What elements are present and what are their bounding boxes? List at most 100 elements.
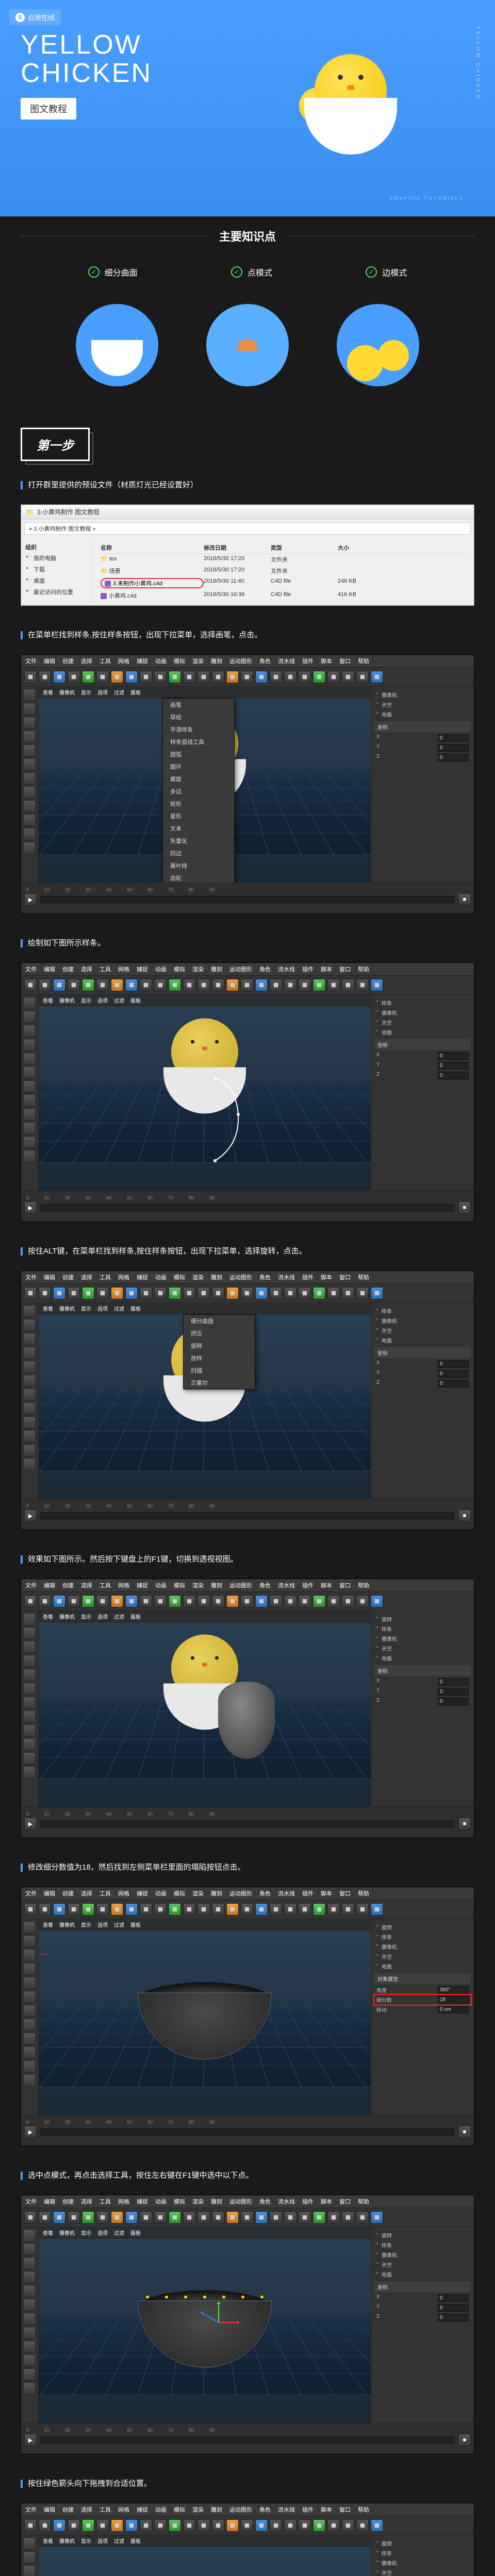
menu-item[interactable]: 帮助 <box>358 1889 369 1897</box>
object-tree-item[interactable]: 天空 <box>374 2568 471 2576</box>
viewport-menu-item[interactable]: 面板 <box>130 688 141 696</box>
menu-item[interactable]: 编辑 <box>44 2197 55 2206</box>
mode-button[interactable] <box>23 1949 36 1961</box>
angle-input[interactable] <box>438 1986 469 1994</box>
tool-button[interactable] <box>68 2519 80 2532</box>
menu-item[interactable]: 网格 <box>118 2197 129 2206</box>
tool-button[interactable] <box>371 1595 383 1607</box>
menu-item[interactable]: 选择 <box>81 1581 92 1589</box>
menu-item[interactable]: 窗口 <box>339 1581 351 1589</box>
tool-button[interactable] <box>299 671 311 683</box>
file-row-highlighted[interactable]: 3.来制作小黄鸡.c4d2018/5/30 11:40C4D file246 K… <box>97 577 470 590</box>
menu-item[interactable]: 流水线 <box>278 965 295 973</box>
menu-item[interactable]: 插件 <box>302 1273 314 1281</box>
tool-button[interactable] <box>169 1595 181 1607</box>
menu-item[interactable]: 脚本 <box>321 965 332 973</box>
mode-button[interactable] <box>23 800 36 812</box>
tool-button[interactable] <box>154 671 167 683</box>
mode-button[interactable] <box>23 1375 36 1387</box>
tool-button[interactable] <box>212 2211 224 2224</box>
tool-button[interactable] <box>270 2211 282 2224</box>
mode-button[interactable] <box>23 2565 36 2576</box>
tool-button[interactable] <box>342 2519 354 2532</box>
sidebar-item[interactable]: 桌面 <box>25 575 89 586</box>
mode-button[interactable] <box>23 2257 36 2269</box>
mode-button[interactable] <box>23 1136 36 1148</box>
tool-button[interactable] <box>140 2211 152 2224</box>
dropdown-item[interactable]: 草绘 <box>163 711 234 723</box>
viewport-menu-item[interactable]: 选项 <box>97 688 108 696</box>
tool-button[interactable] <box>313 671 325 683</box>
move-gizmo[interactable] <box>198 2301 239 2343</box>
tool-button[interactable] <box>342 1595 354 1607</box>
tool-button[interactable] <box>226 2211 239 2224</box>
tool-button[interactable] <box>255 1287 268 1299</box>
tool-button[interactable] <box>68 1595 80 1607</box>
tool-button[interactable] <box>154 2519 167 2532</box>
object-tree-item[interactable]: 样条 <box>374 2240 471 2250</box>
file-row[interactable]: 📁 场景2018/5/30 17:20文件夹 <box>97 565 470 577</box>
menu-item[interactable]: 选择 <box>81 657 92 665</box>
mode-button[interactable] <box>23 2046 36 2059</box>
mode-button[interactable] <box>23 2313 36 2325</box>
mode-button[interactable] <box>23 1025 36 1037</box>
mode-button[interactable] <box>23 772 36 785</box>
tool-button[interactable] <box>313 1903 325 1916</box>
file-row[interactable]: 小黄鸡.c4d2018/5/30 16:36C4D file416 KB <box>97 590 470 601</box>
menu-item[interactable]: 流水线 <box>278 1273 295 1281</box>
tool-button[interactable] <box>39 2211 51 2224</box>
viewport[interactable]: 查看摄像机显示选项过滤面板 <box>39 1611 371 1807</box>
menu-item[interactable]: 脚本 <box>321 2505 332 2514</box>
tool-button[interactable] <box>111 1903 123 1916</box>
play-button[interactable]: ▶ <box>24 1510 37 1522</box>
menu-item[interactable]: 渲染 <box>192 1889 204 1897</box>
stop-button[interactable]: ■ <box>458 893 471 906</box>
tool-button[interactable] <box>197 1903 210 1916</box>
mode-button[interactable] <box>23 1669 36 1681</box>
tool-button[interactable] <box>82 979 94 991</box>
menu-item[interactable]: 运动图形 <box>229 1889 252 1897</box>
menu-item[interactable]: 动画 <box>155 1273 167 1281</box>
viewport-menu-item[interactable]: 面板 <box>130 1304 141 1312</box>
object-tree-item[interactable]: 旋转 <box>374 1614 471 1624</box>
tool-button[interactable] <box>169 1287 181 1299</box>
mode-button[interactable] <box>23 1683 36 1695</box>
menu-item[interactable]: 雕刻 <box>211 1273 222 1281</box>
tool-button[interactable] <box>212 979 224 991</box>
menu-item[interactable]: 运动图形 <box>229 1273 252 1281</box>
tool-button[interactable] <box>96 1287 109 1299</box>
menu-item[interactable]: 雕刻 <box>211 657 222 665</box>
menu-item[interactable]: 网格 <box>118 965 129 973</box>
tool-button[interactable] <box>371 671 383 683</box>
segments-input[interactable] <box>438 1996 469 2004</box>
dropdown-item[interactable]: 矢量化 <box>163 835 234 847</box>
tool-button[interactable] <box>24 671 37 683</box>
object-tree-item[interactable]: 地面 <box>374 2269 471 2279</box>
dropdown-item[interactable]: 挤压 <box>184 1327 255 1340</box>
menu-item[interactable]: 帮助 <box>358 1273 369 1281</box>
mode-button[interactable] <box>23 1053 36 1065</box>
tool-button[interactable] <box>68 671 80 683</box>
tool-button[interactable] <box>241 2519 253 2532</box>
tool-button[interactable] <box>313 1287 325 1299</box>
tool-button[interactable] <box>68 1903 80 1916</box>
menu-item[interactable]: 帮助 <box>358 2505 369 2514</box>
menu-item[interactable]: 动画 <box>155 1889 167 1897</box>
tool-button[interactable] <box>299 1595 311 1607</box>
viewport-menu-item[interactable]: 摄像机 <box>59 996 75 1004</box>
tool-button[interactable] <box>255 2519 268 2532</box>
viewport-menu-item[interactable]: 选项 <box>97 1304 108 1312</box>
mode-button[interactable] <box>23 744 36 757</box>
dropdown-item[interactable]: 文本 <box>163 822 234 835</box>
menu-item[interactable]: 角色 <box>259 657 271 665</box>
menu-item[interactable]: 编辑 <box>44 1273 55 1281</box>
tool-button[interactable] <box>270 1595 282 1607</box>
menu-item[interactable]: 角色 <box>259 1889 271 1897</box>
tool-button[interactable] <box>327 1903 340 1916</box>
object-tree-item[interactable]: 地面 <box>374 1653 471 1663</box>
menu-item[interactable]: 选择 <box>81 2505 92 2514</box>
menu-item[interactable]: 模拟 <box>174 965 185 973</box>
viewport-menu-item[interactable]: 查看 <box>43 688 53 696</box>
stop-button[interactable]: ■ <box>458 1510 471 1522</box>
menu-item[interactable]: 文件 <box>25 1581 37 1589</box>
